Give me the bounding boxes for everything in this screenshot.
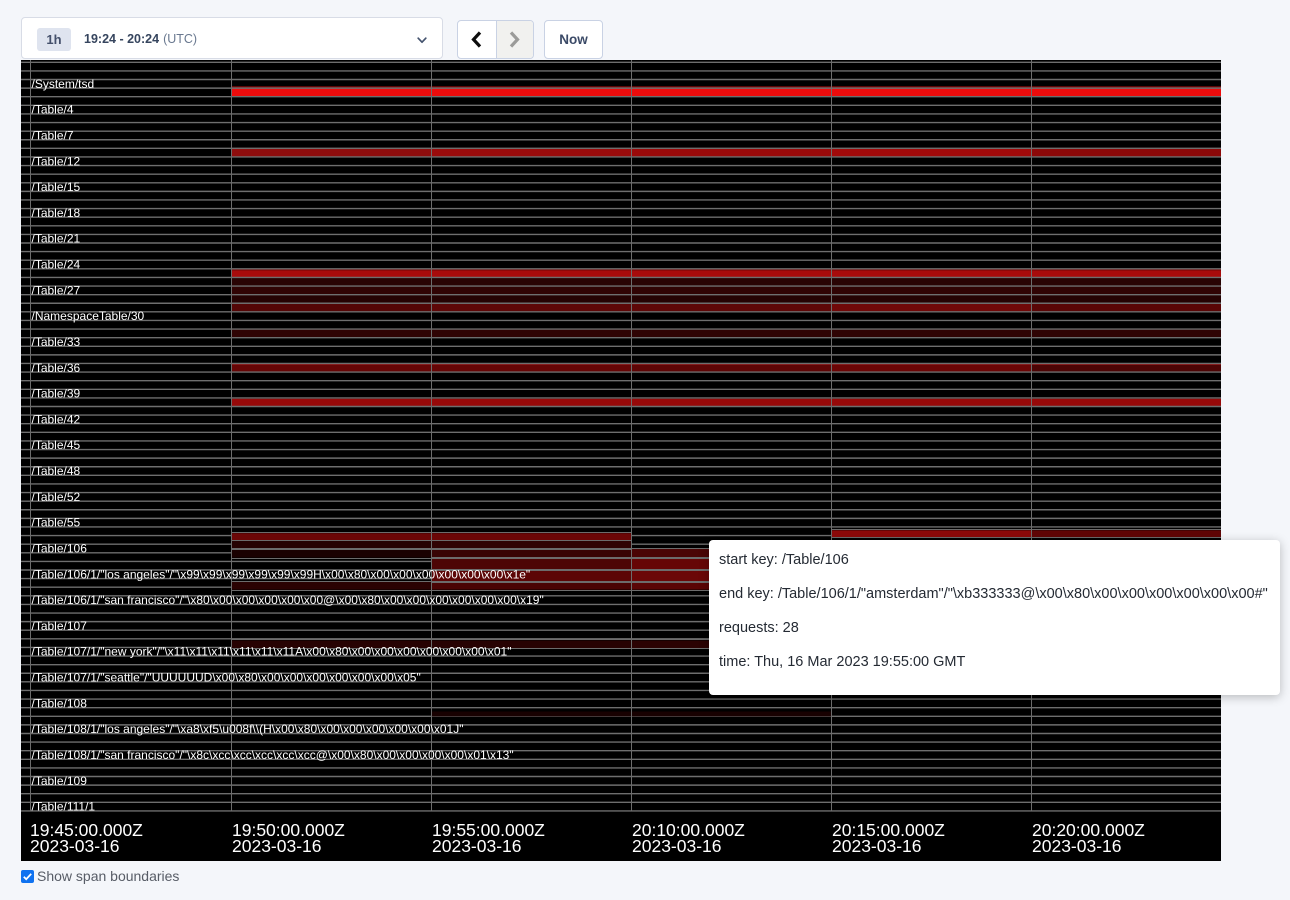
svg-text:/Table/33: /Table/33 xyxy=(32,335,81,349)
svg-text:/Table/55: /Table/55 xyxy=(32,516,81,530)
svg-text:/Table/109: /Table/109 xyxy=(32,774,88,788)
svg-text:/Table/39: /Table/39 xyxy=(32,387,81,401)
svg-text:/Table/107/1/"seattle"/"UUUUUU: /Table/107/1/"seattle"/"UUUUUUD\x00\x80\… xyxy=(32,671,421,685)
svg-text:2023-03-16: 2023-03-16 xyxy=(632,836,722,856)
svg-text:/Table/18: /Table/18 xyxy=(32,206,81,220)
svg-text:/Table/21: /Table/21 xyxy=(32,232,81,246)
svg-text:2023-03-16: 2023-03-16 xyxy=(832,836,922,856)
svg-text:/Table/107/1/"new york"/"\x11\: /Table/107/1/"new york"/"\x11\x11\x11\x1… xyxy=(32,645,512,659)
svg-text:2023-03-16: 2023-03-16 xyxy=(30,836,120,856)
svg-text:/Table/107: /Table/107 xyxy=(32,619,88,633)
svg-text:/Table/7: /Table/7 xyxy=(32,128,74,142)
svg-text:/Table/106: /Table/106 xyxy=(32,542,88,556)
svg-text:2023-03-16: 2023-03-16 xyxy=(432,836,522,856)
svg-text:/Table/12: /Table/12 xyxy=(32,154,81,168)
svg-text:/Table/48: /Table/48 xyxy=(32,464,81,478)
svg-text:/Table/24: /Table/24 xyxy=(32,258,81,272)
svg-text:/Table/4: /Table/4 xyxy=(32,103,74,117)
svg-text:2023-03-16: 2023-03-16 xyxy=(232,836,322,856)
svg-text:/Table/111/1: /Table/111/1 xyxy=(32,800,96,814)
svg-text:/System/tsd: /System/tsd xyxy=(32,77,95,91)
svg-text:/Table/15: /Table/15 xyxy=(32,180,81,194)
svg-text:/Table/108: /Table/108 xyxy=(32,696,88,710)
svg-text:/Table/52: /Table/52 xyxy=(32,490,81,504)
svg-text:/Table/106/1/"san francisco"/": /Table/106/1/"san francisco"/"\x80\x00\x… xyxy=(32,593,544,607)
svg-text:/Table/108/1/"los angeles"/"\x: /Table/108/1/"los angeles"/"\xa8\xf5\u00… xyxy=(32,722,464,736)
svg-text:/Table/36: /Table/36 xyxy=(32,361,81,375)
svg-text:/Table/106/1/"los angeles"/"\x: /Table/106/1/"los angeles"/"\x99\x99\x99… xyxy=(32,567,531,581)
svg-text:2023-03-16: 2023-03-16 xyxy=(1032,836,1122,856)
svg-text:/Table/108/1/"san francisco"/": /Table/108/1/"san francisco"/"\x8c\xcc\x… xyxy=(32,748,514,762)
svg-text:/Table/42: /Table/42 xyxy=(32,412,81,426)
svg-text:/Table/45: /Table/45 xyxy=(32,438,81,452)
svg-text:/Table/27: /Table/27 xyxy=(32,283,81,297)
svg-text:/NamespaceTable/30: /NamespaceTable/30 xyxy=(32,309,145,323)
